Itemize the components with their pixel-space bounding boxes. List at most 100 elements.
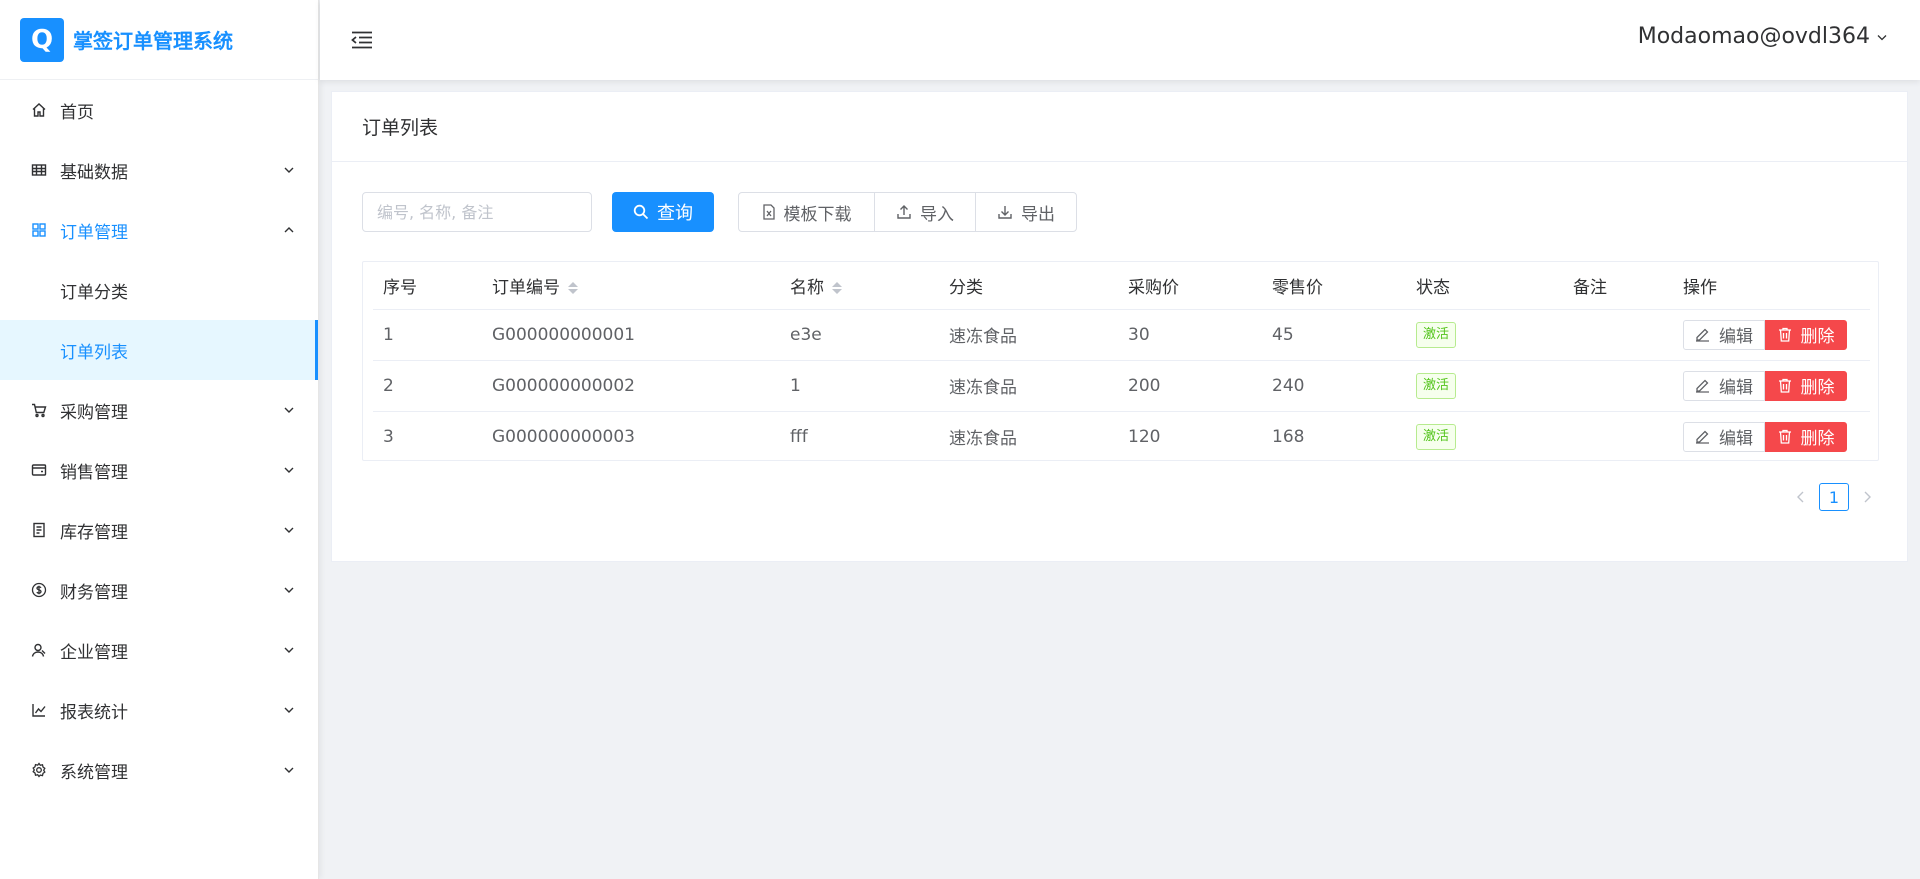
delete-button[interactable]: 删除 <box>1765 421 1847 452</box>
collapse-menu-icon[interactable] <box>350 28 374 52</box>
edit-icon <box>1695 327 1710 342</box>
sidebar-item-label: 报表统计 <box>60 702 128 723</box>
cell-category: 速冻食品 <box>939 360 1118 412</box>
column-header-index: 序号 <box>373 262 482 310</box>
cell-retail-price: 240 <box>1262 360 1406 412</box>
cart-icon <box>30 401 48 419</box>
edit-button[interactable]: 编辑 <box>1683 421 1765 452</box>
app-title: 掌签订单管理系统 <box>73 29 233 53</box>
import-button[interactable]: 导入 <box>874 192 976 232</box>
username: Modaomao@ovdl364 <box>1637 24 1870 49</box>
column-header-code[interactable]: 订单编号 <box>482 262 780 310</box>
sidebar-item-label: 系统管理 <box>60 762 128 783</box>
user-menu[interactable]: Modaomao@ovdl364 <box>1638 24 1888 49</box>
cell-actions: 编辑 删除 <box>1673 411 1870 462</box>
query-button[interactable]: 查询 <box>612 192 714 232</box>
import-label: 导入 <box>920 204 954 225</box>
grid-icon <box>30 221 48 239</box>
dollar-icon <box>30 581 48 599</box>
delete-button[interactable]: 删除 <box>1765 319 1847 350</box>
sidebar-item-order-management[interactable]: 订单管理 <box>0 200 318 260</box>
status-badge: 激活 <box>1416 321 1457 348</box>
sidebar-item-label: 订单列表 <box>60 342 128 363</box>
download-icon <box>997 204 1013 220</box>
logo[interactable]: Q 掌签订单管理系统 <box>0 0 318 80</box>
chevron-down-icon <box>282 403 296 417</box>
sidebar-item-label: 企业管理 <box>60 642 128 663</box>
status-badge: 激活 <box>1416 423 1457 450</box>
sidebar-item-label: 订单分类 <box>60 282 128 303</box>
cell-name: fff <box>790 426 808 447</box>
sidebar: Q 掌签订单管理系统 首页 基础数据 订单管理 订单分类 订单列表 采购管理 销… <box>0 0 319 879</box>
cell-actions: 编辑 删除 <box>1673 309 1870 361</box>
logo-icon: Q <box>20 17 64 62</box>
sidebar-item-order-category[interactable]: 订单分类 <box>0 260 318 320</box>
table-row: 1 G000000000001 e3e 速冻食品 30 45 激活 编辑 删除 <box>373 309 1870 361</box>
sidebar-item-order-list[interactable]: 订单列表 <box>0 320 318 380</box>
chevron-down-icon <box>282 583 296 597</box>
edit-icon <box>1695 429 1710 444</box>
prev-page-icon[interactable] <box>1789 483 1813 511</box>
chevron-up-icon <box>282 223 296 237</box>
table-row: 3 G000000000003 fff 速冻食品 120 168 激活 编辑 删… <box>373 411 1870 462</box>
io-button-group: 模板下载 导入 导出 <box>738 192 1077 232</box>
search-input[interactable] <box>362 192 592 232</box>
column-header-name[interactable]: 名称 <box>780 262 939 310</box>
sidebar-item-purchase[interactable]: 采购管理 <box>0 380 318 440</box>
table-icon <box>30 161 48 179</box>
delete-label: 删除 <box>1800 378 1835 398</box>
sidebar-item-basic-data[interactable]: 基础数据 <box>0 140 318 200</box>
sidebar-item-system[interactable]: 系统管理 <box>0 740 318 800</box>
cell-purchase-price: 30 <box>1118 309 1262 361</box>
next-page-icon[interactable] <box>1855 483 1879 511</box>
sidebar-item-sales[interactable]: 销售管理 <box>0 440 318 500</box>
template-download-button[interactable]: 模板下载 <box>738 192 875 232</box>
cell-actions: 编辑 删除 <box>1673 360 1870 412</box>
sidebar-item-finance[interactable]: 财务管理 <box>0 560 318 620</box>
cell-name: 1 <box>780 360 939 412</box>
sidebar-item-reports[interactable]: 报表统计 <box>0 680 318 740</box>
edit-button[interactable]: 编辑 <box>1683 370 1765 401</box>
cell-status: 激活 <box>1406 360 1563 412</box>
delete-label: 删除 <box>1800 429 1835 450</box>
trash-icon <box>1778 327 1792 342</box>
table-row: 2 G000000000002 1 速冻食品 200 240 激活 编辑 删除 <box>373 360 1870 412</box>
wallet-icon <box>30 461 48 479</box>
sort-icon[interactable] <box>832 281 842 294</box>
order-table: 序号 订单编号 名称 分类 采购价 零售价 状态 备注 操作 1 G000000… <box>362 261 1879 461</box>
search-icon <box>633 204 649 220</box>
chevron-down-icon <box>282 763 296 777</box>
sidebar-item-label: 库存管理 <box>60 522 128 543</box>
sort-icon[interactable] <box>568 281 578 294</box>
cell-retail-price: 168 <box>1272 426 1305 447</box>
page-number[interactable]: 1 <box>1819 483 1849 511</box>
delete-button[interactable]: 删除 <box>1765 370 1847 401</box>
gear-icon <box>30 761 48 779</box>
column-header-actions: 操作 <box>1673 262 1870 310</box>
sidebar-item-label: 采购管理 <box>60 402 128 423</box>
cell-category: 速冻食品 <box>949 429 1017 450</box>
column-header-retail-price: 零售价 <box>1262 262 1406 310</box>
edit-button[interactable]: 编辑 <box>1683 319 1765 350</box>
cell-remark <box>1563 360 1673 412</box>
chevron-down-icon <box>1876 31 1888 43</box>
sidebar-item-inventory[interactable]: 库存管理 <box>0 500 318 560</box>
sidebar-item-label: 订单管理 <box>60 222 128 243</box>
trash-icon <box>1778 429 1792 444</box>
chevron-down-icon <box>282 463 296 477</box>
cell-index: 1 <box>373 309 482 361</box>
export-label: 导出 <box>1021 204 1055 225</box>
sidebar-item-label: 财务管理 <box>60 582 128 603</box>
column-header-remark: 备注 <box>1563 262 1673 310</box>
export-button[interactable]: 导出 <box>975 192 1077 232</box>
user-icon <box>30 641 48 659</box>
pagination: 1 <box>1789 483 1879 511</box>
column-header-purchase-price: 采购价 <box>1118 262 1262 310</box>
cell-retail-price: 45 <box>1262 309 1406 361</box>
sidebar-item-label: 基础数据 <box>60 162 128 183</box>
sidebar-item-home[interactable]: 首页 <box>0 80 318 140</box>
cell-category: 速冻食品 <box>939 309 1118 361</box>
status-badge: 激活 <box>1416 372 1457 399</box>
sidebar-item-enterprise[interactable]: 企业管理 <box>0 620 318 680</box>
chevron-down-icon <box>282 523 296 537</box>
